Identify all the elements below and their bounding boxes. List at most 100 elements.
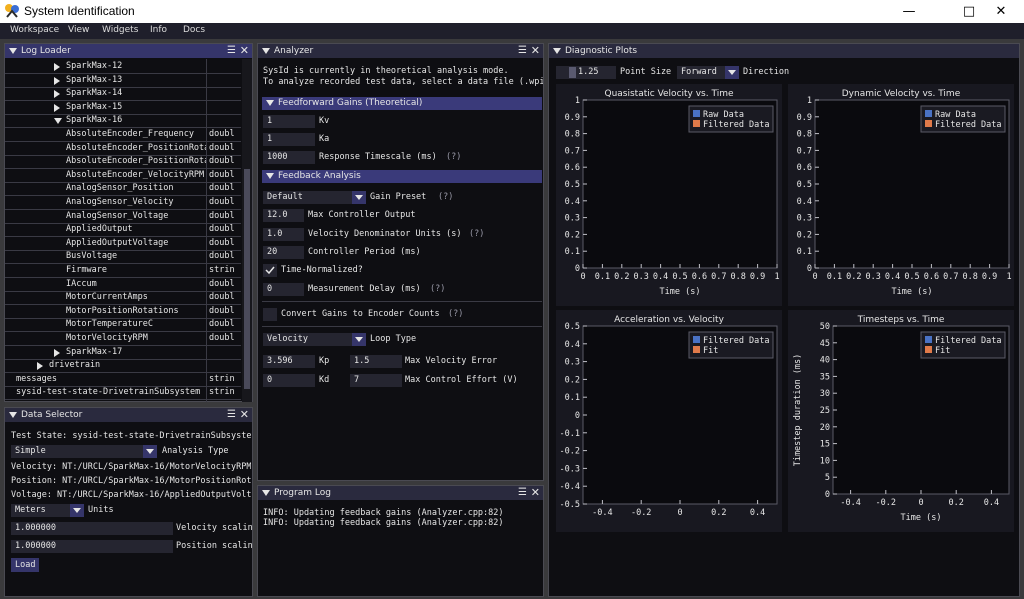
plot-canvas[interactable]: Dynamic Velocity vs. Time 0 0.1 0.2 0.3 0.4 0.… bbox=[788, 84, 1014, 306]
load-button[interactable]: Load bbox=[11, 558, 40, 572]
close-icon[interactable]: ✕ bbox=[531, 486, 540, 500]
analyzer-titlebar[interactable]: Analyzer ☰ ✕ bbox=[258, 44, 543, 58]
analysis-type-select[interactable]: Simple bbox=[11, 445, 157, 458]
panel-menu-icon[interactable]: ☰ bbox=[227, 408, 236, 422]
y-tick-label: 0.1 bbox=[797, 247, 812, 257]
divider bbox=[262, 326, 542, 327]
max-effort-input[interactable]: 7 bbox=[350, 374, 402, 387]
y-axis-label: Timestep duration (ms) bbox=[793, 354, 803, 467]
units-select[interactable]: Meters bbox=[11, 504, 84, 517]
menu-workspace[interactable]: Workspace bbox=[10, 25, 59, 35]
point-size-slider-grab[interactable] bbox=[569, 67, 576, 78]
legend-entry: Filtered Data bbox=[703, 336, 770, 346]
panel-menu-icon[interactable]: ☰ bbox=[518, 486, 527, 500]
position-scaling-input[interactable]: 1.000000 bbox=[11, 540, 173, 553]
plot-dynamic[interactable]: Dynamic Velocity vs. Time 0 0.1 0.2 0.3 0.4 0.… bbox=[788, 84, 1014, 306]
collapse-icon[interactable] bbox=[262, 47, 270, 54]
x-tick-label: -0.4 bbox=[840, 498, 860, 508]
convert-gains-checkbox[interactable] bbox=[263, 308, 277, 321]
divider bbox=[262, 301, 542, 302]
x-tick-label: 0.7 bbox=[943, 272, 958, 282]
collapse-icon[interactable] bbox=[553, 47, 561, 54]
help-hint[interactable]: (?) bbox=[448, 308, 463, 321]
x-tick-label: 0.1 bbox=[827, 272, 842, 282]
plot-canvas[interactable]: Quasistatic Velocity vs. Time 0 0.1 0.2 0.3 0… bbox=[556, 84, 782, 306]
log-scrollbar-thumb[interactable] bbox=[244, 169, 250, 389]
chevron-right-icon[interactable] bbox=[54, 90, 60, 99]
close-icon[interactable]: ✕ bbox=[240, 44, 249, 58]
plot-quasistatic[interactable]: Quasistatic Velocity vs. Time 0 0.1 0.2 0.3 0… bbox=[556, 84, 782, 306]
close-icon[interactable]: ✕ bbox=[531, 44, 540, 58]
collapse-icon[interactable] bbox=[9, 411, 17, 418]
help-hint[interactable]: (?) bbox=[446, 151, 461, 164]
gain-preset-select[interactable]: Default bbox=[263, 191, 366, 204]
plot-timesteps[interactable]: Timesteps vs. Time -0.4 -0.2 0 0.2 0.4 0 5 10 15 2… bbox=[788, 310, 1014, 532]
feedback-section-header[interactable]: Feedback Analysis bbox=[262, 170, 542, 183]
y-tick-label: 0.7 bbox=[797, 146, 812, 156]
plot-canvas[interactable]: Acceleration vs. Velocity -0.4 -0.2 0 0.2 0.4… bbox=[556, 310, 782, 532]
plot-acceleration[interactable]: Acceleration vs. Velocity -0.4 -0.2 0 0.2 0.4… bbox=[556, 310, 782, 532]
timescale-input[interactable]: 1000 bbox=[263, 151, 315, 164]
chevron-right-icon[interactable] bbox=[37, 362, 43, 371]
vel-denom-input[interactable]: 1.0 bbox=[263, 228, 304, 241]
time-normalized-label: Time-Normalized? bbox=[281, 265, 363, 275]
log-loader-title: Log Loader bbox=[21, 46, 71, 56]
chevron-right-icon[interactable] bbox=[54, 103, 60, 112]
menu-widgets[interactable]: Widgets bbox=[102, 25, 138, 35]
feedforward-section-header[interactable]: Feedforward Gains (Theoretical) bbox=[262, 97, 542, 110]
menu-view[interactable]: View bbox=[68, 25, 89, 35]
kp-output[interactable]: 3.596 bbox=[263, 355, 315, 368]
close-icon[interactable]: ✕ bbox=[240, 408, 249, 422]
direction-select[interactable]: Forward bbox=[677, 66, 739, 79]
program-log-titlebar[interactable]: Program Log ☰ ✕ bbox=[258, 486, 543, 500]
y-tick-label: 0.6 bbox=[797, 163, 812, 173]
chevron-right-icon[interactable] bbox=[54, 348, 60, 357]
data-selector-titlebar[interactable]: Data Selector ☰ ✕ bbox=[5, 408, 252, 422]
x-tick-label: 0.4 bbox=[984, 498, 999, 508]
log-entry-name: SparkMax-17 bbox=[66, 346, 123, 357]
window-close-button[interactable]: ✕ bbox=[978, 0, 1024, 23]
point-size-slider[interactable]: 1.25 bbox=[556, 66, 616, 79]
log-entry-name: sysid-test-state-DrivetrainSubsystem bbox=[16, 387, 201, 398]
log-scrollbar[interactable] bbox=[242, 59, 252, 402]
time-normalized-checkbox[interactable] bbox=[263, 264, 277, 277]
plot-canvas[interactable]: Timesteps vs. Time -0.4 -0.2 0 0.2 0.4 0 5 10 15 2… bbox=[788, 310, 1014, 532]
menu-info[interactable]: Info bbox=[150, 25, 167, 35]
kv-input[interactable]: 1 bbox=[263, 115, 315, 128]
log-entry-name: SparkMax-14 bbox=[66, 88, 123, 99]
legend-swatch bbox=[693, 336, 700, 343]
panel-menu-icon[interactable]: ☰ bbox=[227, 44, 236, 58]
minimize-button[interactable]: — bbox=[886, 0, 932, 23]
check-icon bbox=[265, 266, 275, 275]
collapse-icon[interactable] bbox=[262, 489, 270, 496]
diagnostic-titlebar[interactable]: Diagnostic Plots bbox=[549, 44, 1019, 58]
data-selector-title: Data Selector bbox=[21, 410, 83, 420]
ka-input[interactable]: 1 bbox=[263, 133, 315, 146]
chevron-down-icon[interactable] bbox=[54, 118, 62, 125]
y-tick-label: 35 bbox=[820, 372, 830, 382]
log-entry-name: SparkMax-16 bbox=[66, 115, 123, 126]
chevron-right-icon[interactable] bbox=[54, 76, 60, 85]
meas-delay-input[interactable]: 0 bbox=[263, 283, 304, 296]
kd-output[interactable]: 0 bbox=[263, 374, 315, 387]
chevron-right-icon[interactable] bbox=[54, 63, 60, 71]
panel-menu-icon[interactable]: ☰ bbox=[518, 44, 527, 58]
max-vel-err-input[interactable]: 1.5 bbox=[350, 355, 402, 368]
ka-label: Ka bbox=[319, 134, 330, 144]
help-hint[interactable]: (?) bbox=[469, 228, 484, 241]
help-hint[interactable]: (?) bbox=[430, 283, 445, 296]
y-tick-label: 0.3 bbox=[797, 214, 812, 224]
help-hint[interactable]: (?) bbox=[438, 191, 453, 204]
max-output-input[interactable]: 12.0 bbox=[263, 209, 304, 222]
log-entry-name: SparkMax-15 bbox=[66, 101, 123, 112]
velocity-scaling-input[interactable]: 1.000000 bbox=[11, 522, 173, 535]
loop-type-select[interactable]: Velocity bbox=[263, 333, 366, 346]
log-loader-titlebar[interactable]: Log Loader ☰ ✕ bbox=[5, 44, 252, 58]
gain-preset-label: Gain Preset bbox=[370, 192, 427, 202]
program-log-title: Program Log bbox=[274, 488, 331, 498]
period-input[interactable]: 20 bbox=[263, 246, 304, 259]
y-tick-label: 0.8 bbox=[797, 130, 812, 140]
analyzer-title: Analyzer bbox=[274, 46, 314, 56]
menu-docs[interactable]: Docs bbox=[183, 25, 205, 35]
collapse-icon[interactable] bbox=[9, 47, 17, 54]
